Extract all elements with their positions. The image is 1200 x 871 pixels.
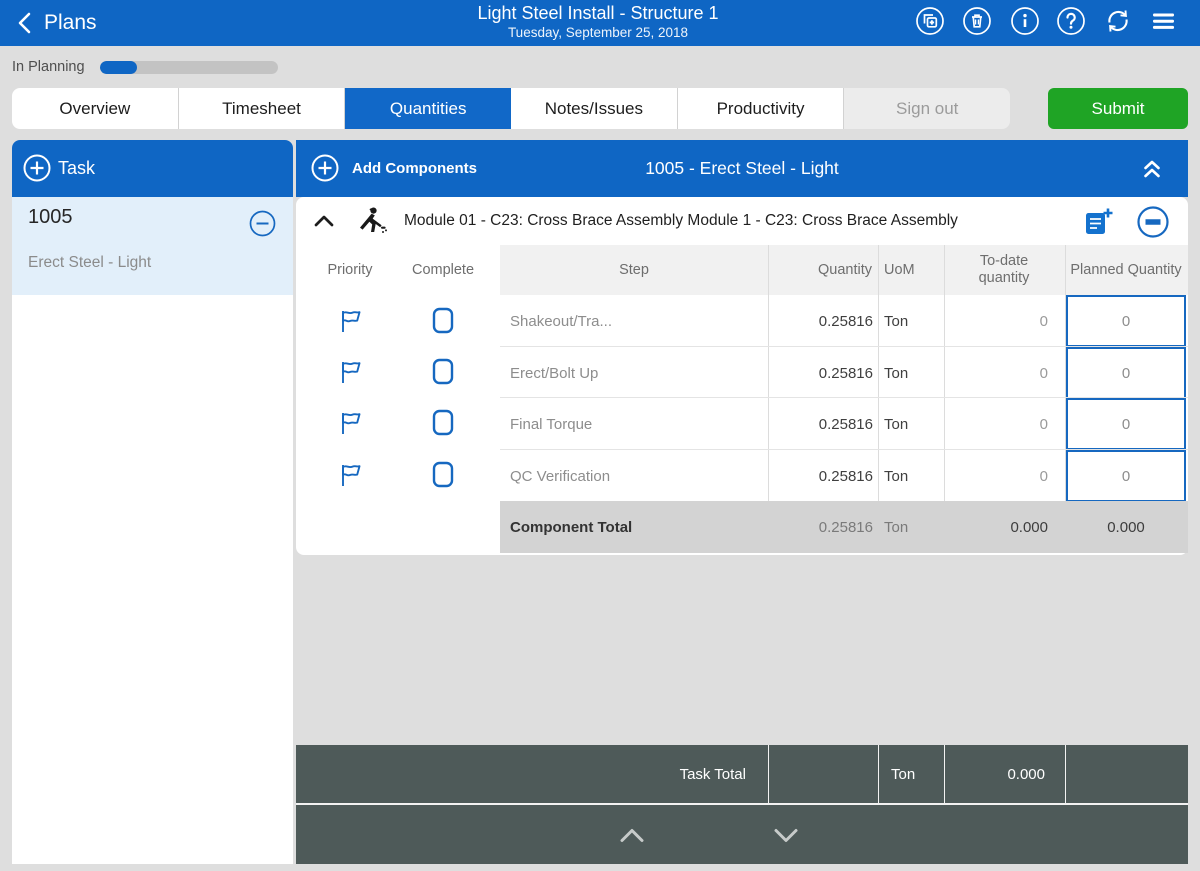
- remove-task-icon[interactable]: [249, 210, 276, 237]
- step-name: QC Verification: [510, 450, 760, 502]
- tab-sign-out[interactable]: Sign out: [844, 88, 1010, 129]
- plan-date: Tuesday, September 25, 2018: [398, 24, 798, 42]
- step-name: Erect/Bolt Up: [510, 347, 760, 399]
- add-components-label[interactable]: Add Components: [352, 140, 477, 197]
- priority-flag-icon[interactable]: [338, 409, 364, 437]
- step-uom: Ton: [884, 398, 939, 450]
- previous-component-icon[interactable]: [615, 818, 649, 852]
- task-total-to-date: 0.000: [944, 745, 1065, 803]
- tab-notes-issues[interactable]: Notes/Issues: [511, 88, 678, 129]
- step-to-date: 0: [944, 450, 1048, 502]
- col-uom: UoM: [878, 245, 944, 295]
- submit-button[interactable]: Submit: [1048, 88, 1188, 129]
- step-uom: Ton: [884, 295, 939, 347]
- back-button[interactable]: Plans: [16, 8, 97, 38]
- app-root: Plans Light Steel Install - Structure 1 …: [0, 0, 1200, 871]
- tab-productivity[interactable]: Productivity: [678, 88, 845, 129]
- planned-quantity-input[interactable]: [1066, 347, 1186, 399]
- collapse-component-icon[interactable]: [313, 211, 335, 231]
- plan-title: Light Steel Install - Structure 1: [398, 2, 798, 24]
- step-to-date: 0: [944, 347, 1048, 399]
- task-code: 1005: [28, 206, 73, 229]
- complete-checkbox[interactable]: [432, 307, 454, 334]
- planned-quantity-input[interactable]: [1066, 295, 1186, 347]
- component-total-planned: 0.000: [1066, 501, 1186, 553]
- back-label: Plans: [44, 11, 97, 35]
- selected-task-title: 1005 - Erect Steel - Light: [492, 140, 992, 197]
- task-name: Erect Steel - Light: [28, 254, 151, 272]
- task-panel-title: Task: [58, 158, 95, 179]
- component-total-label: Component Total: [510, 501, 632, 553]
- col-priority: Priority: [308, 245, 392, 295]
- step-quantity: 0.25816: [768, 295, 873, 347]
- step-quantity: 0.25816: [768, 450, 873, 502]
- step-quantity: 0.25816: [768, 398, 873, 450]
- tab-timesheet[interactable]: Timesheet: [179, 88, 346, 129]
- info-icon[interactable]: [1010, 6, 1040, 36]
- priority-flag-icon[interactable]: [338, 358, 364, 386]
- complete-checkbox[interactable]: [432, 409, 454, 436]
- priority-flag-icon[interactable]: [338, 461, 364, 489]
- planned-quantity-input[interactable]: [1066, 398, 1186, 450]
- component-pager-bar: [296, 805, 1188, 864]
- col-to-date: To-date quantity: [954, 245, 1054, 295]
- task-total-uom: Ton: [878, 745, 944, 803]
- task-total-planned: [1065, 745, 1189, 803]
- component-total-uom: Ton: [884, 501, 939, 553]
- component-total-to-date: 0.000: [944, 501, 1048, 553]
- next-component-icon[interactable]: [769, 818, 803, 852]
- complete-checkbox[interactable]: [432, 461, 454, 488]
- add-task-icon[interactable]: [22, 153, 52, 183]
- menu-icon[interactable]: [1148, 6, 1178, 36]
- plan-status-label: In Planning: [12, 59, 85, 75]
- complete-checkbox[interactable]: [432, 358, 454, 385]
- component-title: Module 01 - C23: Cross Brace Assembly Mo…: [404, 197, 958, 245]
- worker-icon: [356, 205, 388, 237]
- step-to-date: 0: [944, 398, 1048, 450]
- add-step-list-icon[interactable]: [1082, 206, 1114, 238]
- step-uom: Ton: [884, 347, 939, 399]
- task-panel-header: Task: [12, 140, 293, 197]
- step-name: Final Torque: [510, 398, 760, 450]
- duplicate-icon[interactable]: [915, 6, 945, 36]
- step-quantity: 0.25816: [768, 347, 873, 399]
- add-components-icon[interactable]: [310, 153, 340, 183]
- step-to-date: 0: [944, 295, 1048, 347]
- col-step: Step: [500, 245, 768, 295]
- planning-progress-fill: [100, 61, 137, 74]
- priority-flag-icon[interactable]: [338, 307, 364, 335]
- sync-icon[interactable]: [1103, 6, 1133, 36]
- plan-title-block: Light Steel Install - Structure 1 Tuesda…: [398, 2, 798, 42]
- component-total-quantity: 0.25816: [768, 501, 873, 553]
- col-planned: Planned Quantity: [1070, 245, 1182, 295]
- col-complete: Complete: [400, 245, 486, 295]
- tab-bar: Overview Timesheet Quantities Notes/Issu…: [12, 88, 1010, 129]
- remove-component-icon[interactable]: [1136, 205, 1170, 239]
- planned-quantity-input[interactable]: [1066, 450, 1186, 502]
- tab-quantities[interactable]: Quantities: [345, 88, 511, 129]
- col-quantity: Quantity: [768, 245, 872, 295]
- collapse-all-icon[interactable]: [1137, 154, 1167, 184]
- step-uom: Ton: [884, 450, 939, 502]
- back-chevron-icon: [16, 12, 34, 34]
- step-name: Shakeout/Tra...: [510, 295, 760, 347]
- task-total-label: Task Total: [296, 745, 768, 803]
- tab-overview[interactable]: Overview: [12, 88, 179, 129]
- help-icon[interactable]: [1056, 6, 1086, 36]
- task-total-quantity: [768, 745, 879, 803]
- delete-icon[interactable]: [962, 6, 992, 36]
- planning-progress-bar: [100, 61, 278, 74]
